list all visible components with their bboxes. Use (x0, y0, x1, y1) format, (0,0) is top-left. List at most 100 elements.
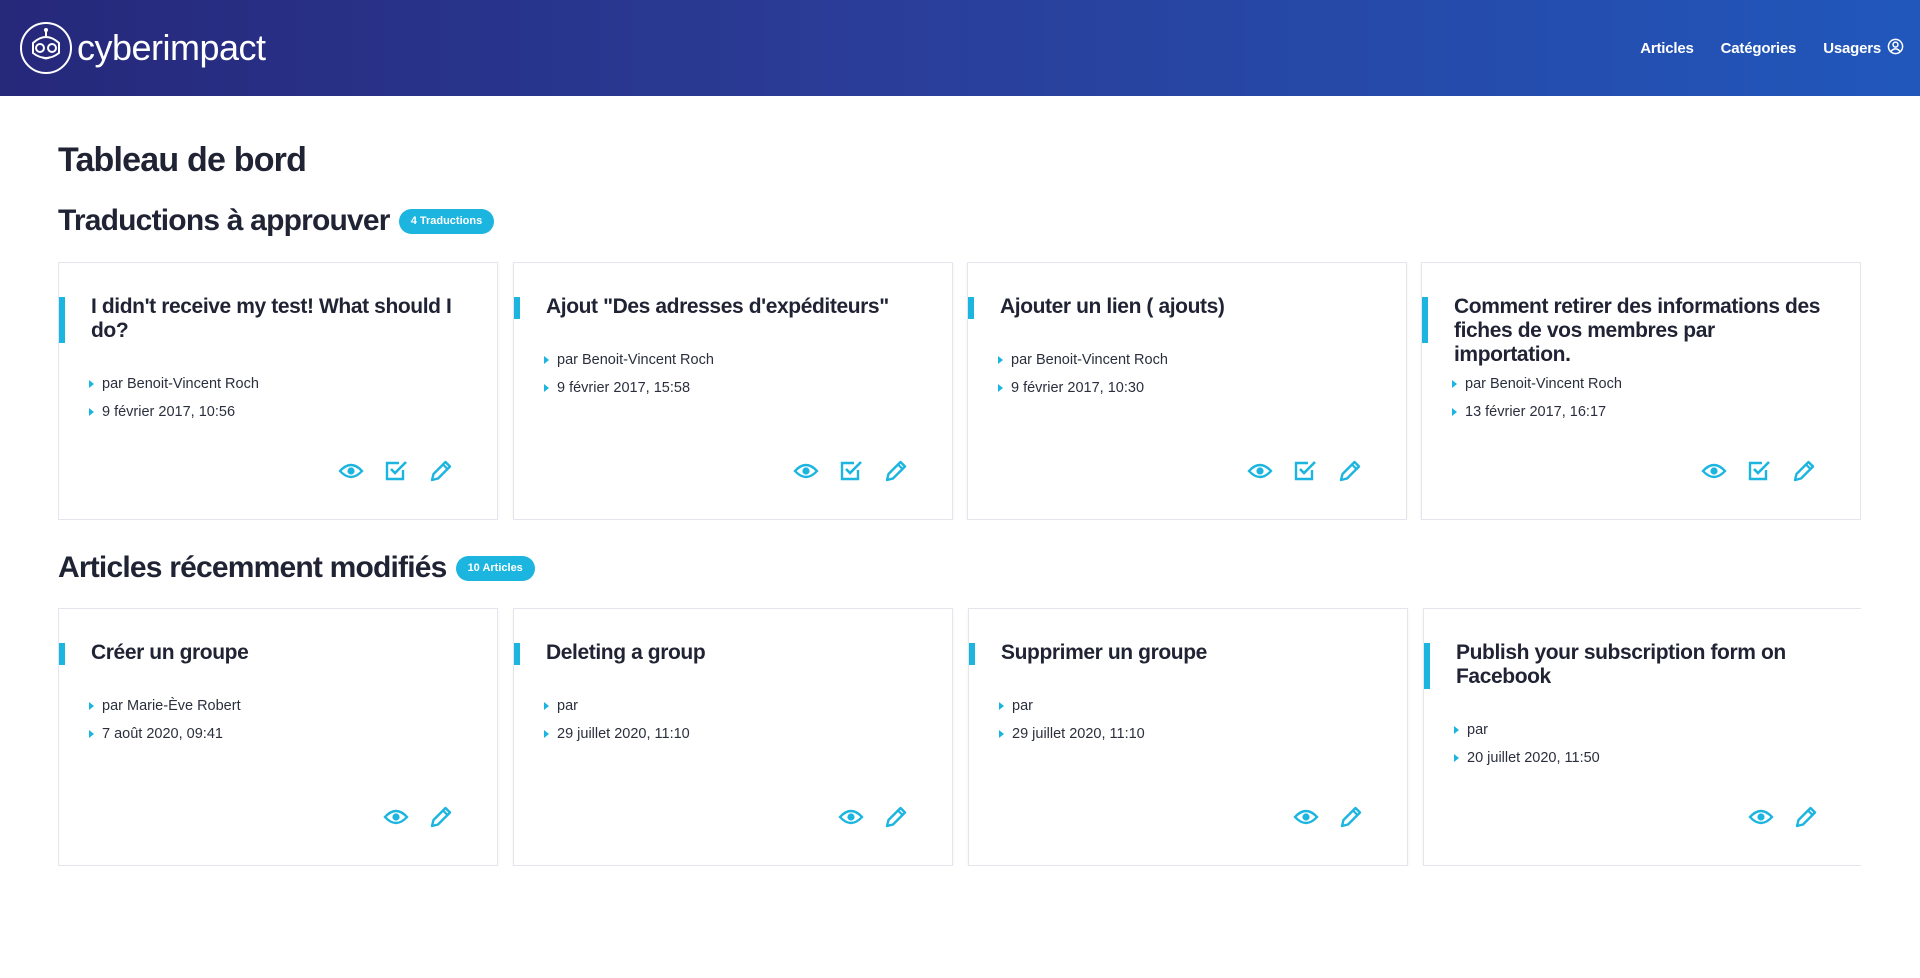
section-title-recent-articles: Articles récemment modifiés 10 Articles (58, 551, 535, 585)
view-button[interactable] (337, 457, 365, 485)
bullet-triangle-icon (544, 702, 549, 710)
edit-button[interactable] (1790, 457, 1818, 485)
edit-button[interactable] (1336, 457, 1364, 485)
bullet-triangle-icon (1454, 754, 1459, 762)
count-badge: 4 Traductions (398, 208, 495, 234)
card-actions (1730, 803, 1820, 831)
bullet-triangle-icon (1452, 408, 1457, 416)
page-title: Tableau de bord (58, 141, 307, 179)
translation-card[interactable]: Ajouter un lien ( ajouts) par Benoit-Vin… (967, 262, 1407, 520)
card-title[interactable]: Créer un groupe (59, 641, 461, 665)
card-author: par Benoit-Vincent Roch (998, 346, 1168, 374)
nav-categories[interactable]: Catégories (1721, 40, 1797, 57)
approve-button[interactable] (1291, 457, 1319, 485)
edit-button[interactable] (427, 803, 455, 831)
eye-icon (1701, 463, 1727, 479)
edit-button[interactable] (1337, 803, 1365, 831)
card-author: par (1454, 716, 1600, 744)
approve-button[interactable] (837, 457, 865, 485)
card-meta: par Marie-Ève Robert 7 août 2020, 09:41 (89, 692, 241, 748)
edit-button[interactable] (427, 457, 455, 485)
nav-articles[interactable]: Articles (1640, 40, 1694, 57)
card-title[interactable]: Deleting a group (514, 641, 916, 665)
translation-card[interactable]: I didn't receive my test! What should I … (58, 262, 498, 520)
view-button[interactable] (1246, 457, 1274, 485)
card-meta: par 29 juillet 2020, 11:10 (999, 692, 1145, 748)
card-author: par Benoit-Vincent Roch (544, 346, 714, 374)
bullet-triangle-icon (1454, 726, 1459, 734)
eye-icon (793, 463, 819, 479)
view-button[interactable] (382, 803, 410, 831)
date-text: 9 février 2017, 10:56 (102, 404, 236, 420)
card-meta: par Benoit-Vincent Roch 9 février 2017, … (544, 346, 714, 402)
bullet-triangle-icon (998, 384, 1003, 392)
pencil-icon (430, 806, 452, 828)
bullet-triangle-icon (999, 702, 1004, 710)
bullet-triangle-icon (544, 730, 549, 738)
nav-users[interactable]: Usagers (1823, 40, 1881, 57)
view-button[interactable] (837, 803, 865, 831)
card-title[interactable]: I didn't receive my test! What should I … (59, 295, 461, 343)
bullet-triangle-icon (998, 356, 1003, 364)
author-text: par (1467, 722, 1488, 738)
card-title[interactable]: Ajout "Des adresses d'expéditeurs" (514, 295, 916, 319)
main-nav: Articles Catégories Usagers (1613, 38, 1904, 57)
checkbox-approve-icon (1748, 461, 1770, 481)
card-meta: par 20 juillet 2020, 11:50 (1454, 716, 1600, 772)
pencil-icon (1795, 806, 1817, 828)
date-text: 13 février 2017, 16:17 (1465, 404, 1607, 420)
eye-icon (1748, 809, 1774, 825)
edit-button[interactable] (882, 803, 910, 831)
checkbox-approve-icon (385, 461, 407, 481)
author-text: par Benoit-Vincent Roch (557, 352, 714, 368)
view-button[interactable] (1292, 803, 1320, 831)
bullet-triangle-icon (1452, 380, 1457, 388)
view-button[interactable] (1747, 803, 1775, 831)
card-title[interactable]: Comment retirer des informations des fic… (1422, 295, 1824, 367)
bullet-triangle-icon (544, 356, 549, 364)
card-date: 7 août 2020, 09:41 (89, 720, 241, 748)
view-button[interactable] (792, 457, 820, 485)
card-date: 20 juillet 2020, 11:50 (1454, 744, 1600, 772)
card-author: par Benoit-Vincent Roch (1452, 370, 1622, 398)
eye-icon (838, 809, 864, 825)
card-title[interactable]: Ajouter un lien ( ajouts) (968, 295, 1370, 319)
card-date: 9 février 2017, 10:56 (89, 398, 259, 426)
checkbox-approve-icon (1294, 461, 1316, 481)
article-card[interactable]: Deleting a group par 29 juillet 2020, 11… (513, 608, 953, 866)
pencil-icon (885, 806, 907, 828)
approve-button[interactable] (382, 457, 410, 485)
approve-button[interactable] (1745, 457, 1773, 485)
card-meta: par Benoit-Vincent Roch 9 février 2017, … (998, 346, 1168, 402)
translation-card[interactable]: Ajout "Des adresses d'expéditeurs" par B… (513, 262, 953, 520)
card-author: par (999, 692, 1145, 720)
article-card[interactable]: Créer un groupe par Marie-Ève Robert 7 a… (58, 608, 498, 866)
date-text: 9 février 2017, 10:30 (1011, 380, 1145, 396)
card-title[interactable]: Supprimer un groupe (969, 641, 1371, 665)
card-actions (365, 803, 455, 831)
card-meta: par Benoit-Vincent Roch 9 février 2017, … (89, 370, 259, 426)
pencil-icon (1339, 460, 1361, 482)
brand-logo-link[interactable]: cyberimpact (19, 21, 266, 75)
bullet-triangle-icon (89, 702, 94, 710)
date-text: 29 juillet 2020, 11:10 (557, 726, 690, 742)
article-card[interactable]: Supprimer un groupe par 29 juillet 2020,… (968, 608, 1408, 866)
section-heading: Articles récemment modifiés (58, 551, 447, 584)
brand-name: cyberimpact (77, 27, 266, 68)
card-title[interactable]: Publish your subscription form on Facebo… (1424, 641, 1826, 689)
date-text: 9 février 2017, 15:58 (557, 380, 691, 396)
card-author: par Marie-Ève Robert (89, 692, 241, 720)
bullet-triangle-icon (89, 730, 94, 738)
card-date: 29 juillet 2020, 11:10 (999, 720, 1145, 748)
date-text: 20 juillet 2020, 11:50 (1467, 750, 1600, 766)
translation-card[interactable]: Comment retirer des informations des fic… (1421, 262, 1861, 520)
view-button[interactable] (1700, 457, 1728, 485)
card-date: 29 juillet 2020, 11:10 (544, 720, 690, 748)
article-card[interactable]: Publish your subscription form on Facebo… (1423, 608, 1861, 866)
count-badge: 10 Articles (455, 555, 535, 581)
user-circle-icon[interactable] (1887, 38, 1904, 55)
bullet-triangle-icon (544, 384, 549, 392)
edit-button[interactable] (1792, 803, 1820, 831)
author-text: par Benoit-Vincent Roch (1465, 376, 1622, 392)
edit-button[interactable] (882, 457, 910, 485)
